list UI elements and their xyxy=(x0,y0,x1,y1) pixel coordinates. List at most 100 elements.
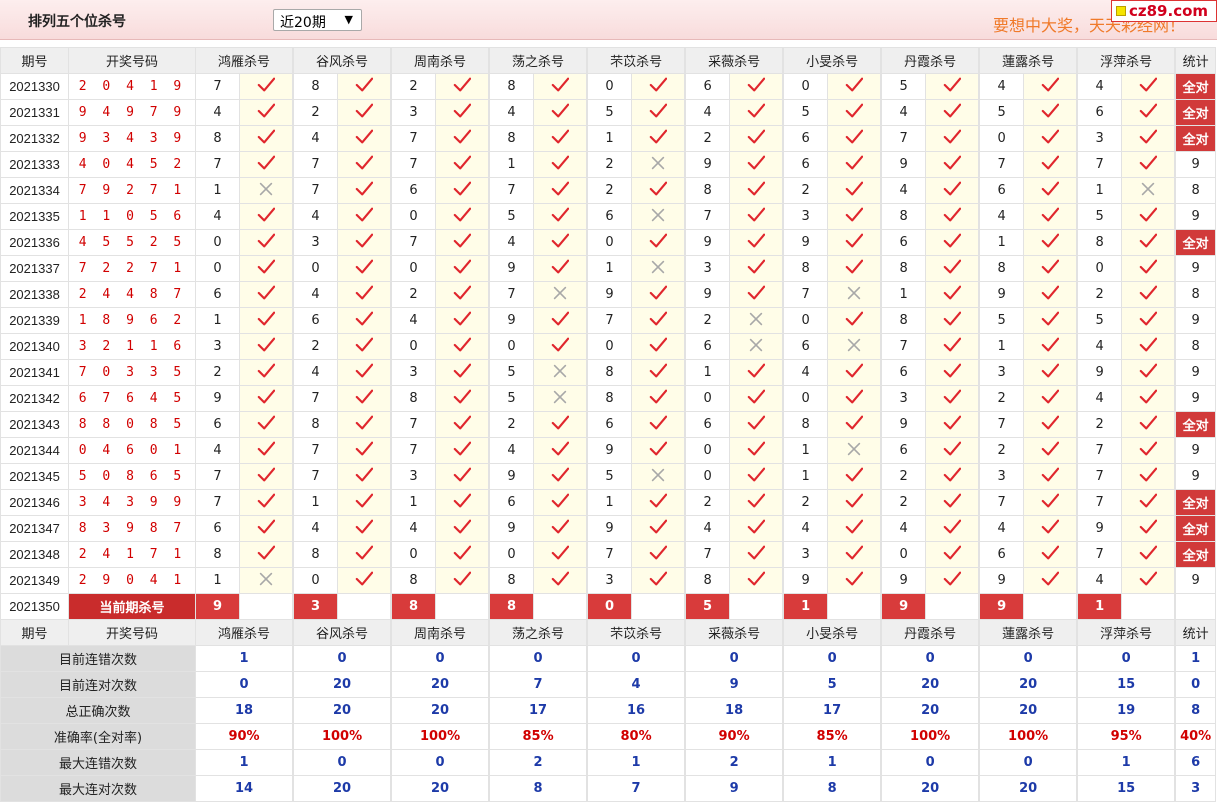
kill-number-cell: 0 xyxy=(391,203,437,230)
kill-number-cell: 8 xyxy=(1077,229,1123,256)
summary-value: 0 xyxy=(194,671,294,698)
kill-number-cell: 9 xyxy=(1077,359,1123,386)
header-expert: 鸿雁杀号 xyxy=(194,619,294,646)
summary-value: 80% xyxy=(587,723,686,750)
kill-number-cell: 7 xyxy=(1077,151,1123,178)
summary-value: 20 xyxy=(293,775,392,802)
summary-value: 16 xyxy=(587,697,686,724)
stat-cell: 9 xyxy=(1175,203,1217,230)
kill-number-cell: 3 xyxy=(587,567,633,594)
stat-cell: 9 xyxy=(1175,567,1217,594)
kill-number-cell: 6 xyxy=(685,73,731,100)
check-icon xyxy=(238,437,294,464)
draw-number-cell: 0 4 6 0 1 xyxy=(68,437,196,464)
summary-value: 7 xyxy=(587,775,686,802)
summary-value: 90% xyxy=(194,723,294,750)
period-cell: 2021332 xyxy=(0,125,69,152)
kill-number-cell: 4 xyxy=(1077,567,1123,594)
draw-number-cell: 3 4 3 9 9 xyxy=(68,489,196,516)
check-icon xyxy=(337,437,392,464)
table-row: 2021331 9 4 9 7 9 4 2 3 4 5 4 5 4 5 6 全对 xyxy=(0,99,1217,126)
check-icon xyxy=(827,567,882,594)
kill-number-cell: 7 xyxy=(783,281,829,308)
kill-number-cell: 1 xyxy=(979,333,1025,360)
draw-number-cell: 6 7 6 4 5 xyxy=(68,385,196,412)
kill-number-cell: 8 xyxy=(587,385,633,412)
summary-row: 准确率(全对率) 90% 100% 100% 85% 80% 90% 85% 100% 100% 9… xyxy=(0,723,1217,750)
kill-number-cell: 6 xyxy=(195,515,240,542)
kill-number-cell: 2 xyxy=(685,307,731,334)
check-icon xyxy=(1023,489,1078,516)
stat-cell: 9 xyxy=(1175,359,1217,386)
kill-number-cell: 8 xyxy=(489,567,535,594)
check-icon xyxy=(631,489,686,516)
summary-value: 20 xyxy=(979,697,1078,724)
stat-cell: 8 xyxy=(1175,177,1217,204)
header-expert: 周南杀号 xyxy=(391,619,490,646)
kill-number-cell: 1 xyxy=(391,489,437,516)
check-icon xyxy=(729,515,784,542)
check-icon xyxy=(729,255,784,282)
current-kill-number: 9 xyxy=(979,593,1025,620)
period-range-select[interactable]: 近20期 ▼ xyxy=(273,9,362,31)
summary-label: 目前连对次数 xyxy=(0,671,196,698)
check-icon xyxy=(631,567,686,594)
current-stat-blank xyxy=(1175,593,1217,620)
kill-number-cell: 7 xyxy=(293,151,339,178)
check-icon xyxy=(827,489,882,516)
check-icon xyxy=(533,229,588,256)
check-icon xyxy=(729,281,784,308)
summary-stat: 8 xyxy=(1175,697,1217,724)
check-icon xyxy=(533,411,588,438)
check-icon xyxy=(925,489,980,516)
kill-number-cell: 1 xyxy=(587,125,633,152)
site-badge[interactable]: cz89.com xyxy=(1111,0,1217,22)
period-cell: 2021342 xyxy=(0,385,69,412)
summary-stat: 1 xyxy=(1175,645,1217,672)
check-icon xyxy=(1121,307,1176,334)
kill-number-cell: 2 xyxy=(293,99,339,126)
kill-number-cell: 7 xyxy=(391,229,437,256)
kill-number-cell: 1 xyxy=(293,489,339,516)
check-icon xyxy=(1023,99,1078,126)
check-icon xyxy=(1023,203,1078,230)
check-icon xyxy=(337,567,392,594)
check-icon xyxy=(435,411,490,438)
kill-number-cell: 9 xyxy=(685,281,731,308)
summary-value: 17 xyxy=(783,697,882,724)
summary-value: 100% xyxy=(979,723,1078,750)
summary-value: 20 xyxy=(391,697,490,724)
kill-number-cell: 3 xyxy=(979,359,1025,386)
stat-cell: 9 xyxy=(1175,255,1217,282)
kill-number-cell: 8 xyxy=(391,567,437,594)
kill-number-cell: 4 xyxy=(391,515,437,542)
cross-icon xyxy=(631,255,686,282)
summary-value: 0 xyxy=(293,645,392,672)
check-icon xyxy=(238,255,294,282)
kill-number-cell: 0 xyxy=(195,255,240,282)
kill-number-cell: 5 xyxy=(979,307,1025,334)
kill-number-cell: 4 xyxy=(685,515,731,542)
summary-value: 4 xyxy=(587,671,686,698)
check-icon xyxy=(238,385,294,412)
check-icon xyxy=(1023,151,1078,178)
period-cell: 2021330 xyxy=(0,73,69,100)
kill-number-cell: 4 xyxy=(489,99,535,126)
kill-number-cell: 1 xyxy=(783,463,829,490)
current-period-cell: 2021350 xyxy=(0,593,69,620)
check-icon xyxy=(337,255,392,282)
summary-value: 20 xyxy=(979,775,1078,802)
cross-icon xyxy=(827,437,882,464)
check-icon xyxy=(631,281,686,308)
check-icon xyxy=(435,73,490,100)
kill-number-cell: 9 xyxy=(685,229,731,256)
check-icon xyxy=(631,307,686,334)
kill-number-cell: 9 xyxy=(489,255,535,282)
draw-number-cell: 3 2 1 1 6 xyxy=(68,333,196,360)
check-icon xyxy=(1121,541,1176,568)
kill-number-cell: 0 xyxy=(587,73,633,100)
check-icon xyxy=(1121,255,1176,282)
summary-value: 15 xyxy=(1077,775,1176,802)
cross-icon xyxy=(827,281,882,308)
check-icon xyxy=(533,177,588,204)
